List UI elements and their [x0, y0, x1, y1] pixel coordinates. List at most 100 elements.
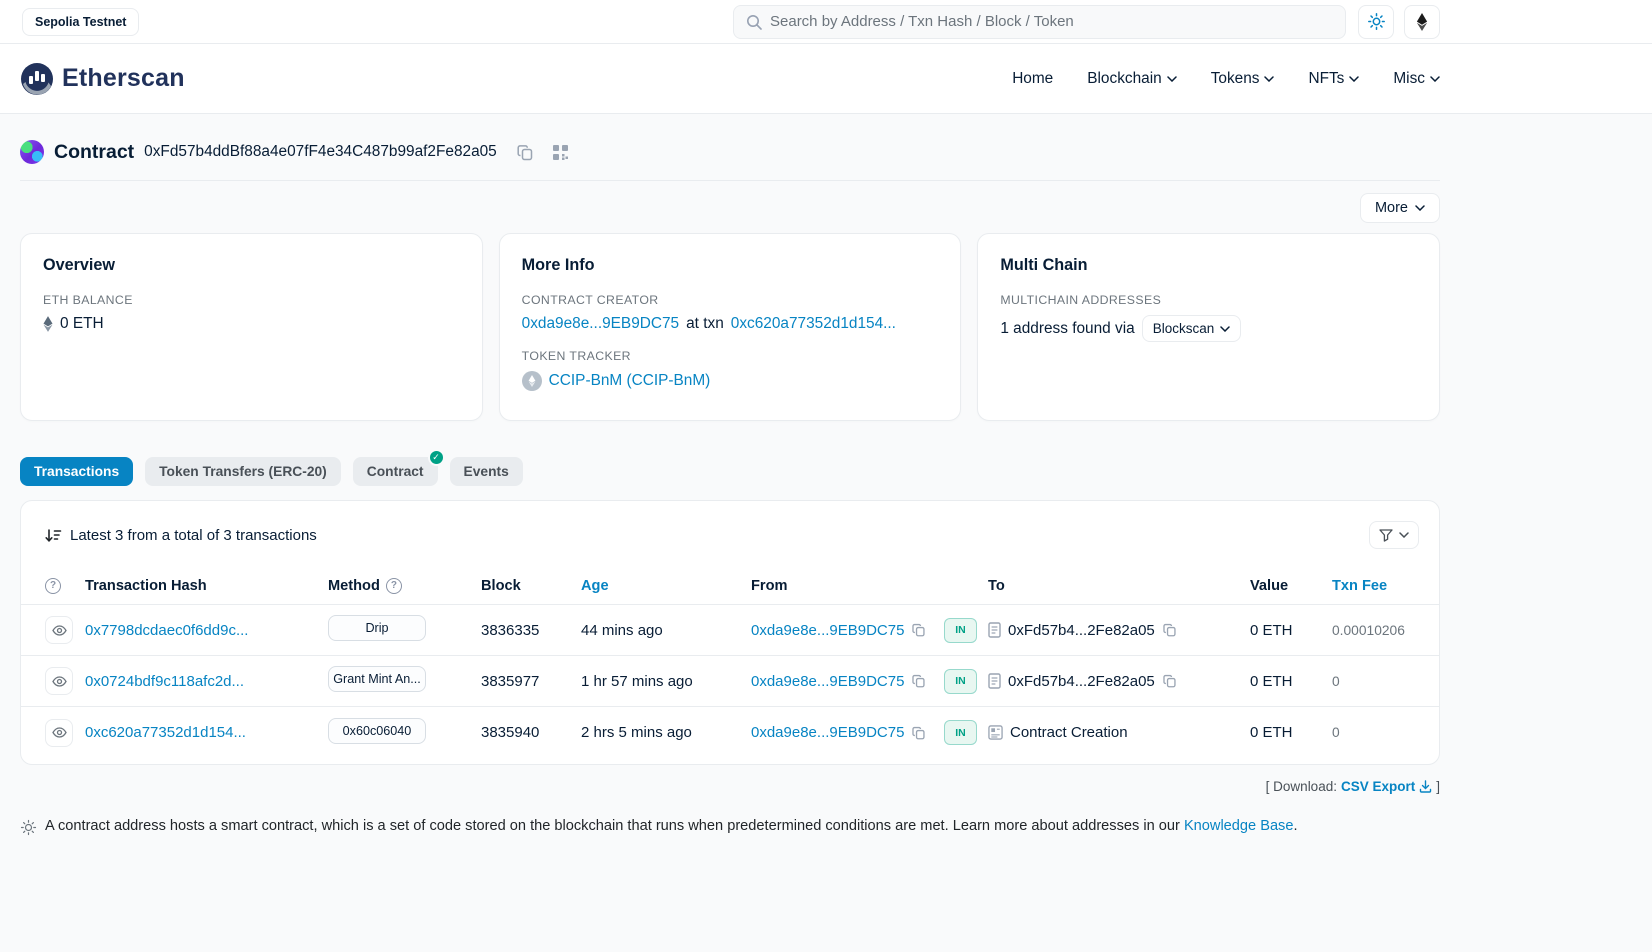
from-address-link[interactable]: 0xda9e8e...9EB9DC75	[751, 673, 904, 690]
contract-file-icon	[988, 622, 1001, 638]
csv-export-row: [ Download: CSV Export ]	[20, 779, 1440, 794]
copy-from-button[interactable]	[911, 725, 927, 741]
tab-token-transfers[interactable]: Token Transfers (ERC-20)	[145, 457, 341, 486]
direction-badge: IN	[944, 720, 977, 745]
contract-creation-icon	[988, 725, 1003, 740]
tab-events[interactable]: Events	[450, 457, 523, 486]
multichain-title: Multi Chain	[1000, 256, 1417, 275]
from-address-link[interactable]: 0xda9e8e...9EB9DC75	[751, 622, 904, 639]
download-suffix: ]	[1436, 779, 1440, 794]
value-text: 0 ETH	[1250, 724, 1332, 741]
table-row: 0xc620a77352d1d154... 0x60c06040 3835940…	[21, 707, 1439, 758]
nav-label: Tokens	[1211, 70, 1260, 88]
tx-hash-link[interactable]: 0xc620a77352d1d154...	[85, 724, 246, 741]
col-age-toggle[interactable]: Age	[581, 578, 751, 594]
nav-item-misc[interactable]: Misc	[1393, 70, 1440, 88]
help-icon[interactable]: ?	[45, 578, 61, 594]
col-block: Block	[481, 578, 581, 594]
direction-badge: IN	[944, 618, 977, 643]
note-suffix: .	[1293, 818, 1297, 834]
chevron-down-icon	[1264, 76, 1274, 82]
overview-card: Overview ETH BALANCE 0 ETH	[20, 233, 483, 421]
blockscan-label: Blockscan	[1153, 321, 1215, 336]
direction-badge: IN	[944, 669, 977, 694]
qr-code-button[interactable]	[550, 142, 571, 163]
csv-export-link[interactable]: CSV Export	[1341, 779, 1432, 794]
copy-to-button[interactable]	[1162, 622, 1178, 638]
blockscan-dropdown-button[interactable]: Blockscan	[1142, 315, 1242, 342]
top-bar: Sepolia Testnet	[0, 0, 1652, 44]
tab-contract-label: Contract	[367, 464, 424, 479]
etherscan-logo-icon	[20, 62, 54, 96]
network-selector-button[interactable]: Sepolia Testnet	[22, 8, 139, 36]
block-link[interactable]: 3835977	[481, 673, 539, 690]
content-tabs: Transactions Token Transfers (ERC-20) Co…	[20, 457, 1440, 486]
csv-export-label: CSV Export	[1341, 779, 1415, 794]
page-title: Contract	[54, 141, 134, 164]
age-text: 1 hr 57 mins ago	[581, 673, 751, 690]
tx-hash-link[interactable]: 0x0724bdf9c118afc2d...	[85, 673, 244, 690]
block-link[interactable]: 3836335	[481, 622, 539, 639]
to-address-text: 0xFd57b4...2Fe82a05	[1008, 673, 1155, 690]
theme-toggle-button[interactable]	[1358, 5, 1394, 39]
more-info-card: More Info CONTRACT CREATOR 0xda9e8e...9E…	[499, 233, 962, 421]
contract-avatar-identicon	[20, 140, 44, 164]
eye-icon	[52, 727, 67, 738]
creation-txn-link[interactable]: 0xc620a77352d1d154...	[731, 315, 896, 333]
copy-icon	[1163, 674, 1177, 688]
ethereum-icon	[43, 316, 53, 332]
ethereum-network-button[interactable]	[1404, 5, 1440, 39]
more-dropdown-button[interactable]: More	[1360, 193, 1440, 223]
chevron-down-icon	[1349, 76, 1359, 82]
copy-icon	[517, 144, 534, 161]
copy-address-button[interactable]	[515, 142, 536, 163]
block-link[interactable]: 3835940	[481, 724, 539, 741]
chevron-down-icon	[1415, 205, 1425, 211]
search-bar[interactable]	[733, 5, 1346, 39]
funnel-icon	[1379, 529, 1393, 542]
txn-fee-text: 0.00010206	[1332, 623, 1415, 638]
nav-item-nfts[interactable]: NFTs	[1308, 70, 1359, 88]
contract-creator-label: CONTRACT CREATOR	[522, 293, 939, 307]
copy-icon	[912, 726, 926, 740]
tab-transactions[interactable]: Transactions	[20, 457, 133, 486]
copy-icon	[1163, 623, 1177, 637]
nav-item-blockchain[interactable]: Blockchain	[1087, 70, 1176, 88]
txn-fee-text: 0	[1332, 725, 1415, 740]
tab-contract[interactable]: Contract ✓	[353, 457, 438, 486]
copy-to-button[interactable]	[1162, 673, 1178, 689]
chevron-down-icon	[1399, 532, 1409, 538]
creator-address-link[interactable]: 0xda9e8e...9EB9DC75	[522, 315, 679, 333]
value-text: 0 ETH	[1250, 673, 1332, 690]
col-txn-fee-toggle[interactable]: Txn Fee	[1332, 578, 1415, 594]
token-tracker-link[interactable]: CCIP-BnM (CCIP-BnM)	[549, 372, 711, 390]
ethereum-icon	[1416, 13, 1428, 31]
tx-preview-button[interactable]	[45, 667, 73, 695]
copy-from-button[interactable]	[911, 622, 927, 638]
search-input[interactable]	[770, 13, 1333, 30]
download-prefix: [ Download:	[1266, 779, 1337, 794]
from-address-link[interactable]: 0xda9e8e...9EB9DC75	[751, 724, 904, 741]
contract-description-note: A contract address hosts a smart contrac…	[20, 818, 1440, 896]
tx-preview-button[interactable]	[45, 616, 73, 644]
chevron-down-icon	[1167, 76, 1177, 82]
nav-item-tokens[interactable]: Tokens	[1211, 70, 1275, 88]
col-value: Value	[1250, 578, 1332, 594]
copy-icon	[912, 674, 926, 688]
knowledge-base-link[interactable]: Knowledge Base	[1184, 818, 1294, 834]
nav-item-home[interactable]: Home	[1012, 70, 1053, 88]
nav-label: Misc	[1393, 70, 1425, 88]
nav-menu: Home Blockchain Tokens NFTs Misc	[1012, 70, 1440, 88]
tx-preview-button[interactable]	[45, 719, 73, 747]
etherscan-logo[interactable]: Etherscan	[20, 62, 185, 96]
summary-text: Latest 3 from a total of 3 transactions	[70, 527, 317, 544]
filter-button[interactable]	[1369, 521, 1419, 549]
copy-from-button[interactable]	[911, 673, 927, 689]
creator-connector-text: at txn	[686, 315, 724, 333]
eth-balance-value: 0 ETH	[60, 315, 104, 333]
multichain-card: Multi Chain MULTICHAIN ADDRESSES 1 addre…	[977, 233, 1440, 421]
tx-hash-link[interactable]: 0x7798dcdaec0f6dd9c...	[85, 622, 248, 639]
transactions-panel: Latest 3 from a total of 3 transactions …	[20, 500, 1440, 765]
help-icon[interactable]: ?	[386, 578, 402, 594]
contract-address: 0xFd57b4ddBf88a4e07fF4e34C487b99af2Fe82a…	[144, 143, 497, 161]
